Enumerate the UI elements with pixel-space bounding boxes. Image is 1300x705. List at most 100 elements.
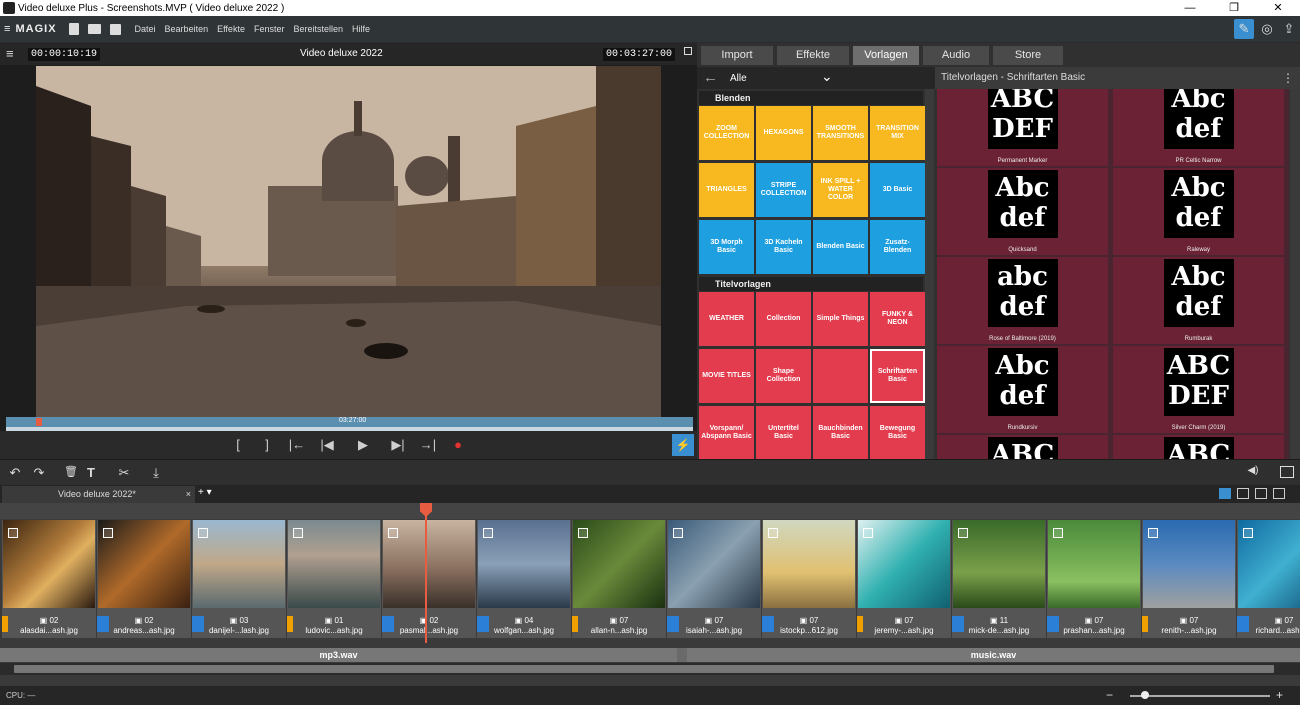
template-tile[interactable]: Shape Collection [756, 349, 811, 403]
template-tile[interactable]: TRIANGLES [699, 163, 754, 217]
menu-effekte[interactable]: Effekte [217, 24, 245, 34]
open-folder-icon[interactable] [87, 24, 101, 34]
template-tile[interactable]: ZOOM COLLECTION [699, 106, 754, 160]
audio-clip-mp3[interactable]: mp3.wav [0, 648, 677, 662]
more-options-icon[interactable]: ⋮ [1282, 67, 1294, 89]
seek-marker[interactable] [36, 418, 42, 426]
menu-hilfe[interactable]: Hilfe [352, 24, 370, 34]
next-frame-button[interactable]: ▶| [388, 437, 408, 453]
clip-checkbox[interactable] [768, 528, 778, 538]
scrollbar-thumb[interactable] [14, 665, 1274, 673]
template-tile[interactable]: Bauchbinden Basic [813, 406, 868, 460]
next-marker-button[interactable]: →| [418, 437, 438, 452]
minimize-button[interactable]: — [1168, 0, 1212, 16]
template-tile[interactable]: STRIPE COLLECTION [756, 163, 811, 217]
upload-icon[interactable]: ⇪ [1279, 19, 1299, 39]
font-template-item[interactable]: ABC DEF Silver Charm (2019) [1113, 346, 1284, 433]
template-tile[interactable]: Collection [756, 292, 811, 346]
timeline-clip[interactable]: ▣ 11 mick-de...ash.jpg [952, 520, 1046, 638]
storyboard-view-icon[interactable] [1219, 488, 1231, 499]
menu-bearbeiten[interactable]: Bearbeiten [165, 24, 209, 34]
font-template-item[interactable]: ABC [937, 435, 1108, 459]
set-out-point-button[interactable]: ] [257, 437, 277, 452]
clip-checkbox[interactable] [578, 528, 588, 538]
add-movie-button[interactable]: + ▾ [198, 487, 212, 498]
quick-effect-icon[interactable]: ⚡ [672, 434, 694, 456]
close-tab-icon[interactable]: × [186, 486, 191, 503]
scene-view-icon[interactable] [1237, 488, 1249, 499]
template-tile[interactable]: Schriftarten Basic [870, 349, 925, 403]
template-tile[interactable]: 3D Kacheln Basic [756, 220, 811, 274]
set-in-point-button[interactable]: [ [228, 437, 248, 452]
timeline-clip[interactable]: ▣ 02 alasdai...ash.jpg [2, 520, 96, 638]
zoom-slider-thumb[interactable] [1141, 691, 1149, 699]
clip-checkbox[interactable] [388, 528, 398, 538]
tab-import[interactable]: Import [701, 46, 773, 65]
timeline-clip[interactable]: ▣ 01 ludovic...ash.jpg [287, 520, 381, 638]
tab-vorlagen[interactable]: Vorlagen [853, 46, 919, 65]
font-template-item[interactable]: Abc def Quicksand [937, 168, 1108, 255]
font-template-item[interactable]: abc def Rose of Baltimore (2019) [937, 257, 1108, 344]
volume-icon[interactable]: ◀) [1244, 465, 1262, 476]
timeline-clip[interactable]: ▣ 07 istockp...612.jpg [762, 520, 856, 638]
timeline-clip[interactable]: ▣ 02 pasmal...ash.jpg [382, 520, 476, 638]
timeline-clip[interactable]: ▣ 07 allan-n...ash.jpg [572, 520, 666, 638]
restore-button[interactable]: ❐ [1212, 0, 1256, 16]
font-template-item[interactable]: ABC [1113, 435, 1284, 459]
timeline-clip[interactable]: ▣ 07 isaiah-...ash.jpg [667, 520, 761, 638]
template-tile[interactable]: 3D Morph Basic [699, 220, 754, 274]
zoom-in-icon[interactable]: + [1276, 688, 1283, 702]
font-template-item[interactable]: Abc def Rundkursiv [937, 346, 1108, 433]
template-tile[interactable]: MOVIE TITLES [699, 349, 754, 403]
play-button[interactable]: ▶ [353, 437, 373, 453]
clip-checkbox[interactable] [1148, 528, 1158, 538]
clip-checkbox[interactable] [673, 528, 683, 538]
delete-icon[interactable]: 🗑 [62, 465, 80, 478]
template-tile[interactable]: TRANSITION MIX [870, 106, 925, 160]
close-button[interactable]: ✕ [1256, 0, 1300, 16]
clip-checkbox[interactable] [293, 528, 303, 538]
cut-icon[interactable]: ✂ [115, 465, 133, 481]
save-icon[interactable] [109, 23, 121, 35]
prev-marker-button[interactable]: |← [287, 437, 307, 452]
multicam-view-icon[interactable] [1273, 488, 1285, 499]
template-tile[interactable]: HEXAGONS [756, 106, 811, 160]
clip-checkbox[interactable] [958, 528, 968, 538]
menu-datei[interactable]: Datei [135, 24, 156, 34]
timeline-view-icon[interactable] [1255, 488, 1267, 499]
clip-checkbox[interactable] [483, 528, 493, 538]
template-tile[interactable]: SMOOTH TRANSITIONS [813, 106, 868, 160]
menu-bereitstellen[interactable]: Bereitstellen [293, 24, 343, 34]
tab-effekte[interactable]: Effekte [777, 46, 849, 65]
undo-icon[interactable]: ↶ [6, 465, 24, 481]
template-tile[interactable] [813, 349, 868, 403]
seek-bar[interactable]: 03:27:00 [6, 417, 693, 427]
font-template-item[interactable]: Abc def Rumburak [1113, 257, 1284, 344]
section-titelvorlagen[interactable]: Titelvorlagen [699, 277, 923, 291]
timeline-clip[interactable]: ▣ 02 andreas...ash.jpg [97, 520, 191, 638]
record-target-icon[interactable]: ◎ [1257, 19, 1277, 39]
template-scrollbar[interactable] [925, 89, 934, 459]
timeline-clip[interactable]: ▣ 07 renith-...ash.jpg [1142, 520, 1236, 638]
prev-frame-button[interactable]: |◀ [317, 437, 337, 453]
playhead-line[interactable] [425, 503, 427, 643]
template-tile[interactable]: 3D Basic [870, 163, 925, 217]
template-tile[interactable]: Zusatz-Blenden [870, 220, 925, 274]
new-file-icon[interactable] [68, 23, 79, 35]
font-template-item[interactable]: Abc def Raleway [1113, 168, 1284, 255]
template-tile[interactable]: Blenden Basic [813, 220, 868, 274]
clip-checkbox[interactable] [198, 528, 208, 538]
template-tile[interactable]: Untertitel Basic [756, 406, 811, 460]
template-tile[interactable]: FUNKY & NEON [870, 292, 925, 346]
mode-icon[interactable]: ✎ [1234, 19, 1254, 39]
font-template-item[interactable]: Abc def PR Celtic Narrow [1113, 89, 1284, 166]
font-grid-scrollbar[interactable] [1290, 89, 1300, 459]
menu-fenster[interactable]: Fenster [254, 24, 285, 34]
category-dropdown-label[interactable]: Alle [730, 73, 747, 84]
clip-checkbox[interactable] [8, 528, 18, 538]
zoom-slider[interactable] [1130, 695, 1270, 697]
timeline-clip[interactable]: ▣ 03 danijel-...lash.jpg [192, 520, 286, 638]
template-tile[interactable]: Simple Things [813, 292, 868, 346]
audio-clip-music[interactable]: music.wav [687, 648, 1300, 662]
timeline-ruler[interactable] [0, 503, 1300, 519]
